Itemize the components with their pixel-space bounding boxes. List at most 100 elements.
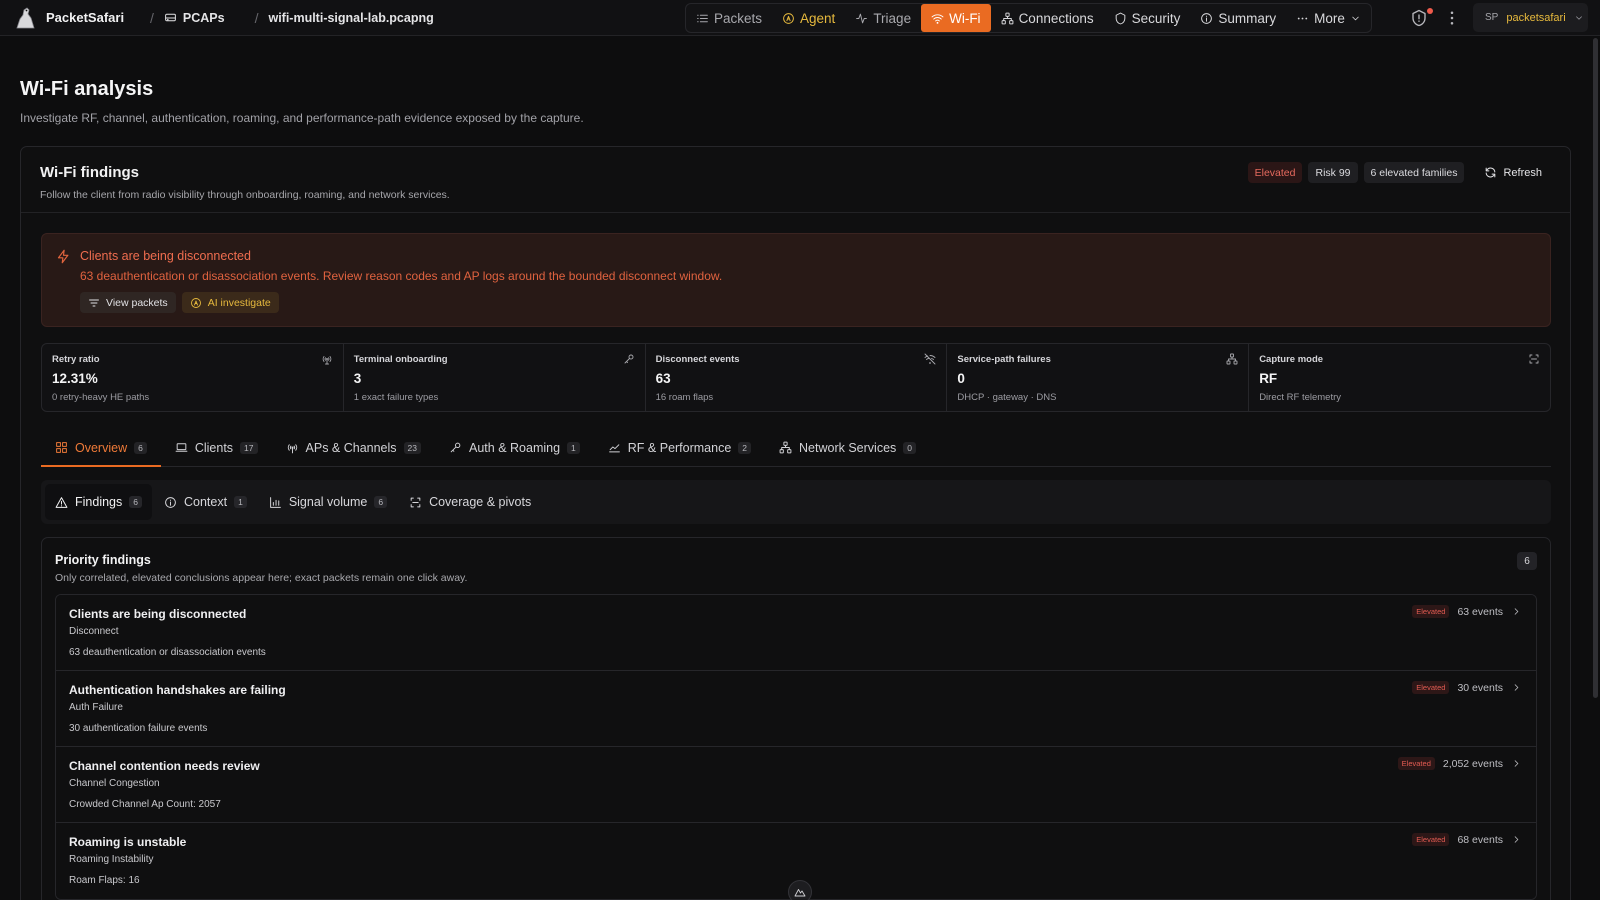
subtab-context[interactable]: Context 1 — [154, 484, 257, 520]
key-icon — [624, 354, 634, 364]
analysis-tabs: Overview 6 Clients 17 APs & Channels 23 … — [41, 429, 1551, 467]
tab-rf-performance[interactable]: RF & Performance 2 — [594, 429, 765, 466]
tab-label: Overview — [75, 440, 128, 455]
breadcrumb-pcaps-label: PCAPs — [182, 10, 225, 25]
shield-alert-icon[interactable] — [1410, 9, 1428, 27]
status-badge: Elevated — [1397, 757, 1435, 770]
finding-row[interactable]: Clients are being disconnected Disconnec… — [56, 595, 1536, 671]
finding-category: Roaming Instability — [69, 854, 154, 865]
breadcrumb-file[interactable]: wifi-multi-signal-lab.pcapng — [268, 11, 433, 25]
breadcrumb-pcaps[interactable]: PCAPs — [164, 11, 225, 25]
finding-row[interactable]: Channel contention needs review Channel … — [56, 747, 1536, 823]
nav-packets[interactable]: Packets — [686, 4, 772, 32]
nav-packets-label: Packets — [714, 10, 763, 26]
subtab-label: Findings — [75, 495, 123, 509]
brand[interactable]: PacketSafari — [0, 5, 140, 31]
priority-count-badge: 6 — [1517, 552, 1537, 570]
metric-capture-mode: Capture mode RF Direct RF telemetry — [1249, 344, 1550, 411]
notification-dot — [1427, 8, 1433, 14]
nav-security[interactable]: Security — [1104, 4, 1191, 32]
nav-triage-label: Triage — [873, 10, 912, 26]
event-count: 30 events — [1457, 681, 1503, 694]
user-menu[interactable]: SP packetsafari — [1473, 3, 1588, 32]
chevron-right-icon — [1514, 684, 1519, 691]
refresh-button[interactable]: Refresh — [1470, 166, 1550, 179]
tab-aps-channels[interactable]: APs & Channels 23 — [272, 429, 436, 466]
priority-findings-panel: Priority findings Only correlated, eleva… — [41, 537, 1551, 900]
metric-sub: DHCP · gateway · DNS — [957, 392, 1057, 403]
nav-agent-label: Agent — [800, 10, 836, 26]
finding-row[interactable]: Authentication handshakes are failing Au… — [56, 671, 1536, 747]
network-icon — [779, 441, 792, 454]
chevron-right-icon — [1514, 608, 1519, 615]
top-bar: PacketSafari / PCAPs / wifi-multi-signal… — [0, 0, 1600, 36]
metric-sub: Direct RF telemetry — [1259, 392, 1342, 403]
refresh-label: Refresh — [1503, 166, 1542, 179]
subtab-label: Coverage & pivots — [429, 495, 532, 509]
page-title: Wi-Fi analysis — [20, 78, 154, 100]
shield-icon — [1115, 12, 1125, 24]
tab-overview[interactable]: Overview 6 — [41, 429, 161, 467]
list-icon — [697, 14, 708, 22]
kebab-menu-icon[interactable] — [1443, 9, 1461, 27]
chevron-right-icon — [1514, 836, 1519, 843]
nav-agent[interactable]: Agent — [772, 4, 845, 32]
finding-detail: Roam Flaps: 16 — [69, 875, 140, 886]
overview-subtabs: Findings 6 Context 1 Signal volume 6 Cov… — [41, 480, 1551, 524]
subtab-coverage-pivots[interactable]: Coverage & pivots — [399, 484, 541, 520]
metric-service-path-failures: Service-path failures 0 DHCP · gateway ·… — [947, 344, 1250, 411]
brand-name: PacketSafari — [46, 10, 125, 25]
assistant-fab-button[interactable] — [788, 880, 812, 900]
finding-detail: Crowded Channel Ap Count: 2057 — [69, 799, 221, 810]
findings-list: Clients are being disconnected Disconnec… — [55, 594, 1537, 900]
page-subtitle: Investigate RF, channel, authentication,… — [20, 111, 584, 125]
antenna-icon — [287, 444, 297, 454]
ai-investigate-label: AI investigate — [207, 296, 271, 309]
scrollbar[interactable] — [1593, 38, 1598, 698]
metric-value: 12.31% — [52, 371, 98, 386]
nav-wifi[interactable]: Wi-Fi — [921, 4, 991, 32]
nav-connections[interactable]: Connections — [991, 4, 1104, 32]
ai-investigate-button[interactable]: AI investigate — [181, 292, 279, 313]
agent-icon — [190, 297, 201, 308]
wifi-off-icon — [924, 353, 936, 365]
metric-label: Capture mode — [1259, 354, 1324, 365]
nav-triage[interactable]: Triage — [845, 4, 921, 32]
metric-terminal-onboarding: Terminal onboarding 3 1 exact failure ty… — [344, 344, 646, 411]
tab-clients[interactable]: Clients 17 — [161, 429, 272, 466]
main-nav: Packets Agent Triage Wi-Fi Connections S… — [685, 3, 1372, 33]
nav-more[interactable]: More — [1286, 4, 1371, 32]
finding-category: Auth Failure — [69, 702, 123, 713]
username: packetsafari — [1506, 11, 1566, 24]
priority-subtitle: Only correlated, elevated conclusions ap… — [55, 572, 468, 584]
subtab-label: Signal volume — [288, 495, 368, 509]
network-icon — [1226, 353, 1238, 365]
nav-connections-label: Connections — [1018, 10, 1094, 26]
finding-title: Clients are being disconnected — [69, 607, 247, 621]
meerkat-logo-icon — [16, 6, 35, 28]
nav-summary[interactable]: Summary — [1190, 4, 1286, 32]
metric-retry-ratio: Retry ratio 12.31% 0 retry-heavy HE path… — [42, 344, 344, 411]
metric-label: Service-path failures — [957, 354, 1051, 365]
metric-value: 63 — [655, 371, 671, 386]
subtab-signal-volume[interactable]: Signal volume 6 — [259, 484, 397, 520]
tab-count: 2 — [738, 441, 752, 454]
tab-network-services[interactable]: Network Services 0 — [765, 429, 930, 466]
status-pills: Elevated Risk 99 6 elevated families Ref… — [1247, 162, 1550, 183]
tab-count: 23 — [403, 441, 422, 454]
breadcrumb-file-label: wifi-multi-signal-lab.pcapng — [268, 10, 434, 25]
finding-category: Disconnect — [69, 626, 119, 637]
card-header: Wi-Fi findings Follow the client from ra… — [21, 147, 1570, 213]
subtab-findings[interactable]: Findings 6 — [45, 484, 152, 520]
info-icon — [1201, 12, 1213, 24]
families-badge: 6 elevated families — [1363, 162, 1465, 183]
tab-auth-roaming[interactable]: Auth & Roaming 1 — [435, 429, 594, 466]
scan-icon — [1529, 354, 1539, 364]
disconnect-alert: Clients are being disconnected 63 deauth… — [41, 233, 1551, 327]
metric-sub: 1 exact failure types — [353, 392, 439, 403]
finding-meta: Elevated 2,052 events — [1397, 757, 1522, 770]
ellipsis-icon — [1297, 17, 1308, 19]
antenna-icon — [322, 356, 332, 365]
view-packets-button[interactable]: View packets — [80, 292, 176, 313]
event-count: 2,052 events — [1442, 757, 1503, 770]
